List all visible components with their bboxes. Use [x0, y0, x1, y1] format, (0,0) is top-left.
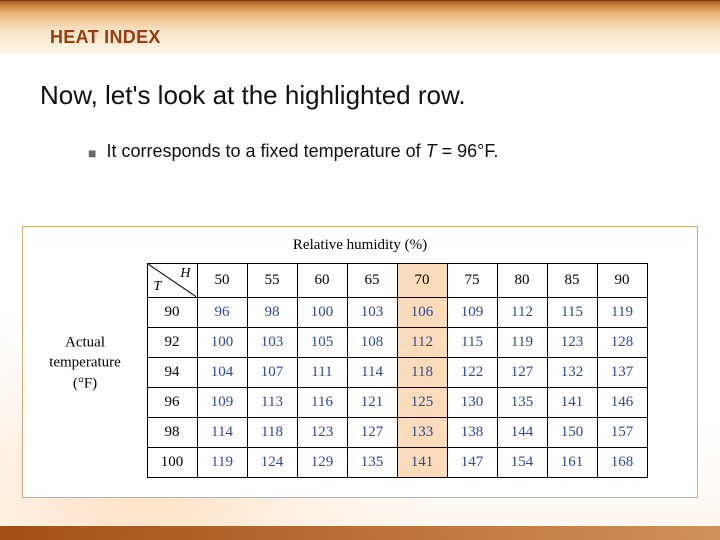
cell: 105	[297, 327, 347, 357]
row-header: 90	[147, 297, 197, 327]
side-axis-label: Actual temperature (°F)	[39, 333, 131, 394]
cell: 100	[297, 297, 347, 327]
cell: 127	[347, 417, 397, 447]
cell: 114	[197, 417, 247, 447]
bullet-prefix: It corresponds to a fixed temperature of	[106, 141, 425, 161]
col-header: 85	[547, 263, 597, 297]
cell: 116	[297, 387, 347, 417]
top-axis-label: Relative humidity (%)	[293, 237, 427, 254]
cell: 106	[397, 297, 447, 327]
bullet-var: T	[426, 141, 437, 161]
cell: 137	[597, 357, 647, 387]
cell: 108	[347, 327, 397, 357]
table-wrap: Relative humidity (%) Actual temperature…	[45, 239, 675, 487]
cell: 135	[497, 387, 547, 417]
row-header: 92	[147, 327, 197, 357]
bullet-text: It corresponds to a fixed temperature of…	[106, 141, 498, 162]
row-header: 94	[147, 357, 197, 387]
cell: 130	[447, 387, 497, 417]
table-row: 94104107111114118122127132137	[147, 357, 647, 387]
cell: 115	[547, 297, 597, 327]
cell: 112	[397, 327, 447, 357]
side-label-line: temperature	[49, 355, 121, 371]
row-header: 98	[147, 417, 197, 447]
col-header: 90	[597, 263, 647, 297]
cell: 103	[247, 327, 297, 357]
cell: 141	[547, 387, 597, 417]
col-header: 75	[447, 263, 497, 297]
col-header: 50	[197, 263, 247, 297]
cell: 123	[547, 327, 597, 357]
bullet-suffix: = 96°F.	[437, 141, 499, 161]
cell: 146	[597, 387, 647, 417]
cell: 103	[347, 297, 397, 327]
table-row: 96109113116121125130135141146	[147, 387, 647, 417]
slide-title: HEAT INDEX	[50, 27, 161, 48]
cell: 161	[547, 447, 597, 477]
side-label-line: Actual	[65, 335, 105, 351]
table-row: 100119124129135141147154161168	[147, 447, 647, 477]
cell: 96	[197, 297, 247, 327]
footer-rule	[0, 526, 720, 540]
title-bar: HEAT INDEX	[0, 0, 720, 54]
cell: 109	[197, 387, 247, 417]
cell: 135	[347, 447, 397, 477]
cell: 100	[197, 327, 247, 357]
table-row: 92100103105108112115119123128	[147, 327, 647, 357]
cell: 107	[247, 357, 297, 387]
corner-cell: HT	[147, 263, 197, 297]
table-row: 98114118123127133138144150157	[147, 417, 647, 447]
cell: 119	[197, 447, 247, 477]
bullet-line: ■ It corresponds to a fixed temperature …	[88, 141, 720, 165]
bullet-icon: ■	[88, 141, 96, 165]
table-body: 9096981001031061091121151199210010310510…	[147, 297, 647, 477]
col-header: 55	[247, 263, 297, 297]
row-header: 100	[147, 447, 197, 477]
cell: 98	[247, 297, 297, 327]
cell: 113	[247, 387, 297, 417]
cell: 123	[297, 417, 347, 447]
cell: 128	[597, 327, 647, 357]
table-card: Relative humidity (%) Actual temperature…	[22, 226, 698, 498]
cell: 112	[497, 297, 547, 327]
row-header: 96	[147, 387, 197, 417]
cell: 119	[497, 327, 547, 357]
cell: 125	[397, 387, 447, 417]
corner-h: H	[180, 266, 190, 282]
cell: 138	[447, 417, 497, 447]
cell: 114	[347, 357, 397, 387]
col-header: 70	[397, 263, 447, 297]
cell: 109	[447, 297, 497, 327]
headline: Now, let's look at the highlighted row.	[40, 80, 720, 111]
cell: 168	[597, 447, 647, 477]
cell: 132	[547, 357, 597, 387]
cell: 119	[597, 297, 647, 327]
cell: 147	[447, 447, 497, 477]
cell: 133	[397, 417, 447, 447]
cell: 124	[247, 447, 297, 477]
cell: 118	[397, 357, 447, 387]
table-head: HT505560657075808590	[147, 263, 647, 297]
heat-index-table: HT505560657075808590 9096981001031061091…	[147, 263, 648, 478]
cell: 154	[497, 447, 547, 477]
cell: 115	[447, 327, 497, 357]
cell: 150	[547, 417, 597, 447]
cell: 121	[347, 387, 397, 417]
cell: 111	[297, 357, 347, 387]
side-label-line: (°F)	[73, 375, 97, 391]
cell: 129	[297, 447, 347, 477]
col-header: 60	[297, 263, 347, 297]
cell: 118	[247, 417, 297, 447]
table-row: 909698100103106109112115119	[147, 297, 647, 327]
col-header: 65	[347, 263, 397, 297]
col-header: 80	[497, 263, 547, 297]
cell: 104	[197, 357, 247, 387]
cell: 122	[447, 357, 497, 387]
cell: 127	[497, 357, 547, 387]
corner-t: T	[154, 279, 162, 295]
cell: 141	[397, 447, 447, 477]
cell: 144	[497, 417, 547, 447]
cell: 157	[597, 417, 647, 447]
